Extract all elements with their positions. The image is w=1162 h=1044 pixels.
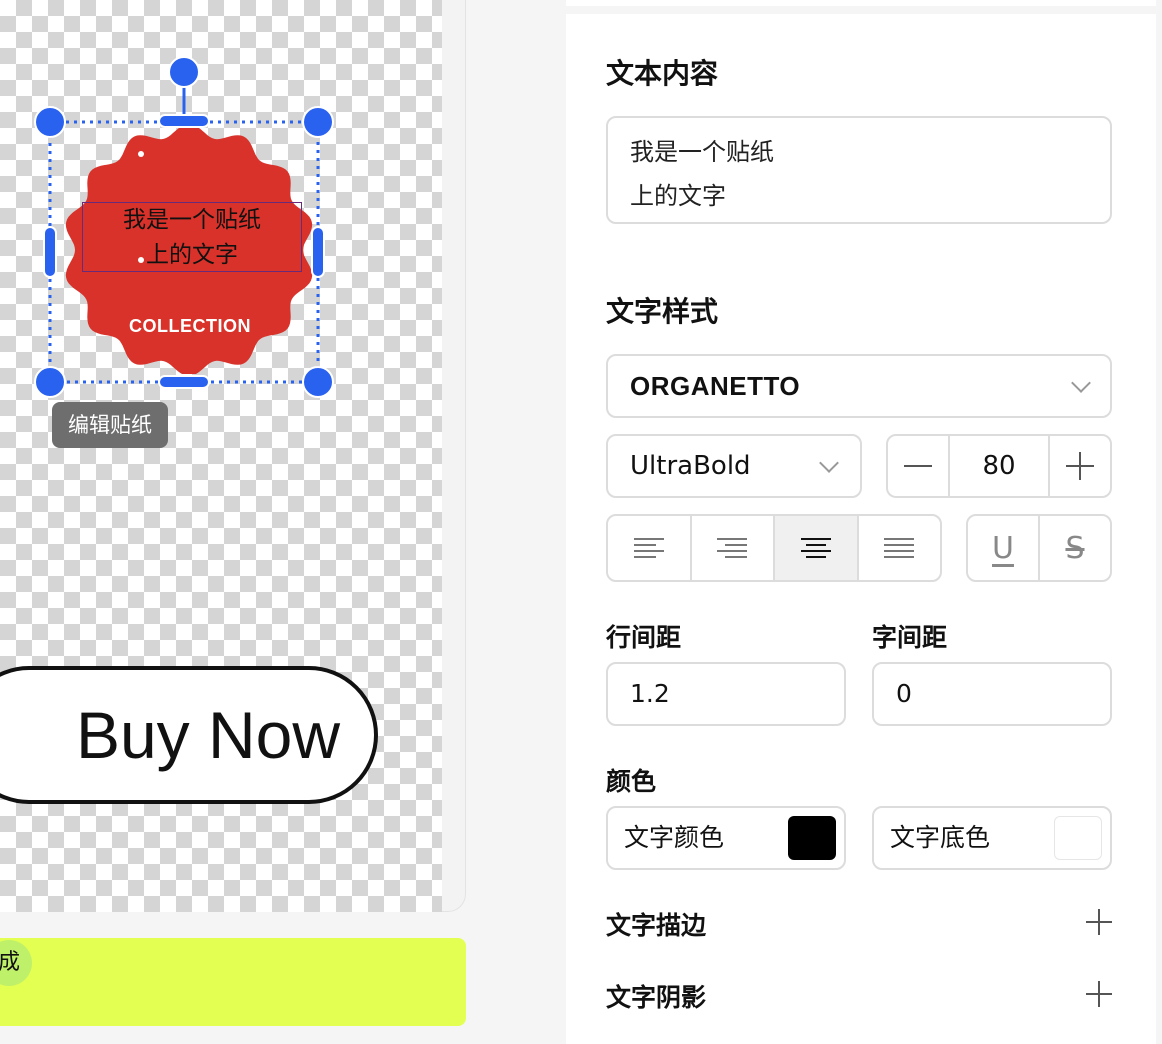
- generate-bar[interactable]: [0, 938, 466, 1026]
- resize-handle-top-left[interactable]: [34, 106, 66, 138]
- resize-handle-bottom-right[interactable]: [302, 366, 334, 398]
- text-content-input[interactable]: 我是一个贴纸 上的文字: [606, 116, 1112, 224]
- text-style-title: 文字样式: [606, 295, 719, 328]
- align-justify-button[interactable]: [859, 516, 941, 580]
- strikethrough-button[interactable]: S: [1040, 516, 1110, 580]
- sticker-dot: [138, 151, 144, 157]
- strikethrough-icon: S: [1065, 530, 1085, 566]
- font-family-value: ORGANETTO: [630, 371, 801, 401]
- chevron-down-icon: [1071, 373, 1091, 393]
- line-height-input[interactable]: 1.2: [606, 662, 846, 726]
- align-center-button[interactable]: [775, 516, 859, 580]
- align-center-icon: [800, 538, 831, 558]
- line-height-label: 行间距: [606, 623, 682, 652]
- text-decoration-group: U S: [966, 514, 1112, 582]
- text-align-group: [606, 514, 942, 582]
- buy-now-sticker[interactable]: Buy Now: [0, 666, 378, 804]
- text-background-color-label: 文字底色: [890, 823, 991, 852]
- font-weight-value: UltraBold: [630, 451, 751, 481]
- resize-handle-top-right[interactable]: [302, 106, 334, 138]
- text-shadow-label: 文字阴影: [606, 983, 707, 1012]
- text-color-label: 文字颜色: [624, 823, 725, 852]
- underline-button[interactable]: U: [968, 516, 1040, 580]
- text-color-swatch[interactable]: [788, 816, 836, 860]
- properties-panel: 文本内容 我是一个贴纸 上的文字 文字样式 ORGANETTO UltraBol…: [566, 14, 1156, 1044]
- plus-icon: [1066, 452, 1094, 480]
- canvas-area: 我是一个贴纸 上的文字 COLLECTION 编辑贴纸 Buy Now: [0, 0, 466, 912]
- letter-spacing-label: 字间距: [872, 623, 948, 652]
- underline-icon: U: [992, 530, 1014, 566]
- font-size-value[interactable]: 80: [950, 436, 1048, 496]
- align-left-icon: [633, 538, 664, 558]
- text-background-color-swatch[interactable]: [1054, 816, 1102, 860]
- font-family-select[interactable]: ORGANETTO: [606, 354, 1112, 418]
- letter-spacing-input[interactable]: 0: [872, 662, 1112, 726]
- resize-handle-right[interactable]: [311, 226, 325, 278]
- text-color-picker[interactable]: 文字颜色: [606, 806, 846, 870]
- sticker-text-line: 上的文字: [146, 242, 238, 268]
- rotate-handle[interactable]: [168, 56, 200, 88]
- resize-handle-bottom-left[interactable]: [34, 366, 66, 398]
- sticker-collection-label: COLLECTION: [129, 316, 251, 336]
- color-title: 颜色: [606, 767, 657, 796]
- sticker-text-box[interactable]: 我是一个贴纸 上的文字: [82, 202, 302, 272]
- sticker-text-line: 我是一个贴纸: [123, 207, 261, 233]
- resize-handle-bottom[interactable]: [158, 375, 210, 389]
- font-weight-select[interactable]: UltraBold: [606, 434, 862, 498]
- increase-size-button[interactable]: [1048, 436, 1110, 496]
- text-stroke-label: 文字描边: [606, 911, 707, 940]
- edit-sticker-tooltip[interactable]: 编辑贴纸: [52, 402, 168, 448]
- align-right-icon: [717, 538, 748, 558]
- decrease-size-button[interactable]: [888, 436, 950, 496]
- add-stroke-icon[interactable]: [1086, 909, 1112, 935]
- resize-handle-top[interactable]: [158, 114, 210, 128]
- minus-icon: [904, 465, 932, 467]
- text-background-color-picker[interactable]: 文字底色: [872, 806, 1112, 870]
- chevron-down-icon: [819, 453, 839, 473]
- font-size-stepper[interactable]: 80: [886, 434, 1112, 498]
- panel-top-strip: [566, 0, 1156, 6]
- text-content-title: 文本内容: [606, 57, 719, 90]
- resize-handle-left[interactable]: [43, 226, 57, 278]
- align-left-button[interactable]: [608, 516, 692, 580]
- add-shadow-icon[interactable]: [1086, 981, 1112, 1007]
- align-right-button[interactable]: [692, 516, 775, 580]
- align-justify-icon: [884, 538, 915, 558]
